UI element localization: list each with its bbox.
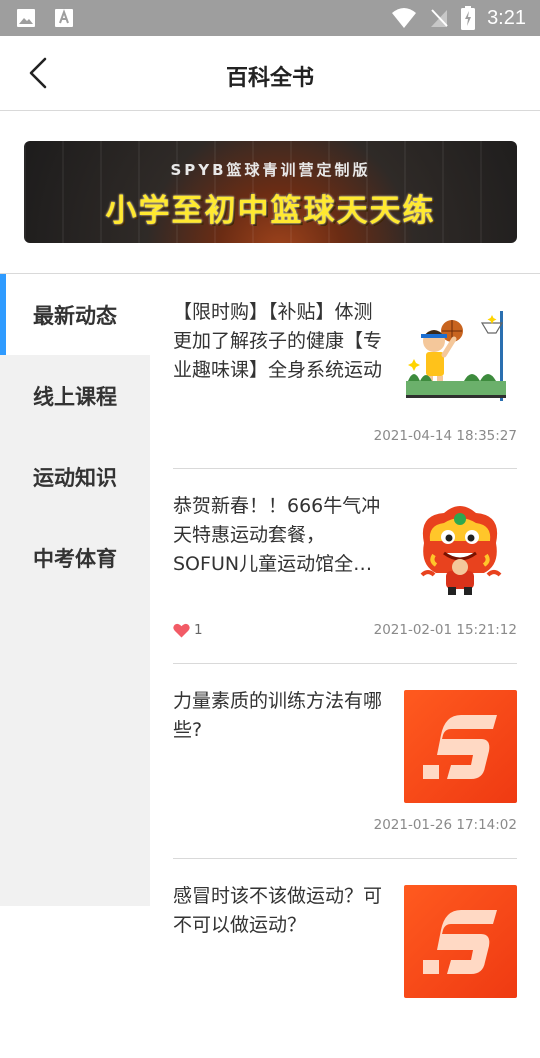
banner-subtitle: SPYB篮球青训营定制版	[170, 161, 371, 179]
status-bar: 3:21	[0, 0, 540, 36]
sofun-logo-mark	[422, 909, 497, 974]
article-thumbnail	[404, 690, 517, 803]
basketball-kid-illustration	[406, 311, 506, 401]
clock: 3:21	[487, 6, 526, 29]
article-date: 2021-04-14 18:35:27	[373, 428, 517, 444]
sidebar-item-sports-knowledge[interactable]: 运动知识	[0, 436, 150, 517]
heart-icon	[173, 623, 190, 637]
list-item[interactable]: 恭贺新春！！666牛气冲天特惠运动套餐，SOFUN儿童运动馆全城钜惠 1	[173, 468, 517, 664]
list-item[interactable]: 感冒时该不该做运动？可不可以做运动？	[173, 858, 517, 1058]
page-title: 百科全书	[225, 66, 314, 91]
text-a-icon	[55, 9, 73, 27]
list-item[interactable]: 【限时购】【补贴】体测更加了解孩子的健康【专业趣味课】全身系统运动 2021-0…	[173, 274, 517, 469]
sidebar-item-label: 最新动态	[33, 303, 117, 328]
article-thumbnail	[404, 495, 517, 608]
sidebar-item-label: 中考体育	[33, 546, 117, 571]
sofun-logo	[404, 690, 517, 803]
category-sidebar: 最新动态 线上课程 运动知识 中考体育	[0, 274, 150, 906]
article-date: 2021-01-26 17:14:02	[373, 817, 517, 833]
lion-dance-illustration	[420, 506, 502, 595]
battery-charging-icon	[461, 6, 476, 30]
article-title: 力量素质的训练方法有哪些?	[173, 690, 383, 741]
sidebar-item-label: 运动知识	[33, 465, 117, 490]
article-date: 2021-02-01 15:21:12	[373, 622, 517, 638]
list-item[interactable]: 力量素质的训练方法有哪些? 2021-01-26 17:14:02	[173, 663, 517, 859]
promo-banner[interactable]: SPYB篮球青训营定制版 小学至初中篮球天天练	[24, 141, 517, 243]
sofun-logo-mark	[422, 714, 497, 779]
app-header: 百科全书	[0, 36, 540, 111]
wifi-icon	[392, 8, 417, 28]
article-thumbnail	[404, 885, 517, 998]
like-count-value: 1	[194, 622, 203, 638]
article-title: 恭贺新春！！666牛气冲天特惠运动套餐，SOFUN儿童运动馆全城钜惠	[173, 495, 381, 575]
article-thumbnail	[404, 301, 517, 414]
sidebar-item-exam-pe[interactable]: 中考体育	[0, 517, 150, 598]
article-title: 感冒时该不该做运动？可不可以做运动？	[173, 885, 383, 936]
article-title: 【限时购】【补贴】体测更加了解孩子的健康【专业趣味课】全身系统运动	[173, 301, 383, 381]
sofun-logo	[404, 885, 517, 998]
like-count[interactable]: 1	[173, 622, 203, 638]
sidebar-item-label: 线上课程	[33, 384, 117, 409]
no-signal-icon	[431, 9, 448, 27]
sidebar-item-latest[interactable]: 最新动态	[0, 274, 150, 355]
sidebar-item-online-courses[interactable]: 线上课程	[0, 355, 150, 436]
image-icon	[17, 9, 35, 27]
banner-headline: 小学至初中篮球天天练	[105, 193, 436, 229]
